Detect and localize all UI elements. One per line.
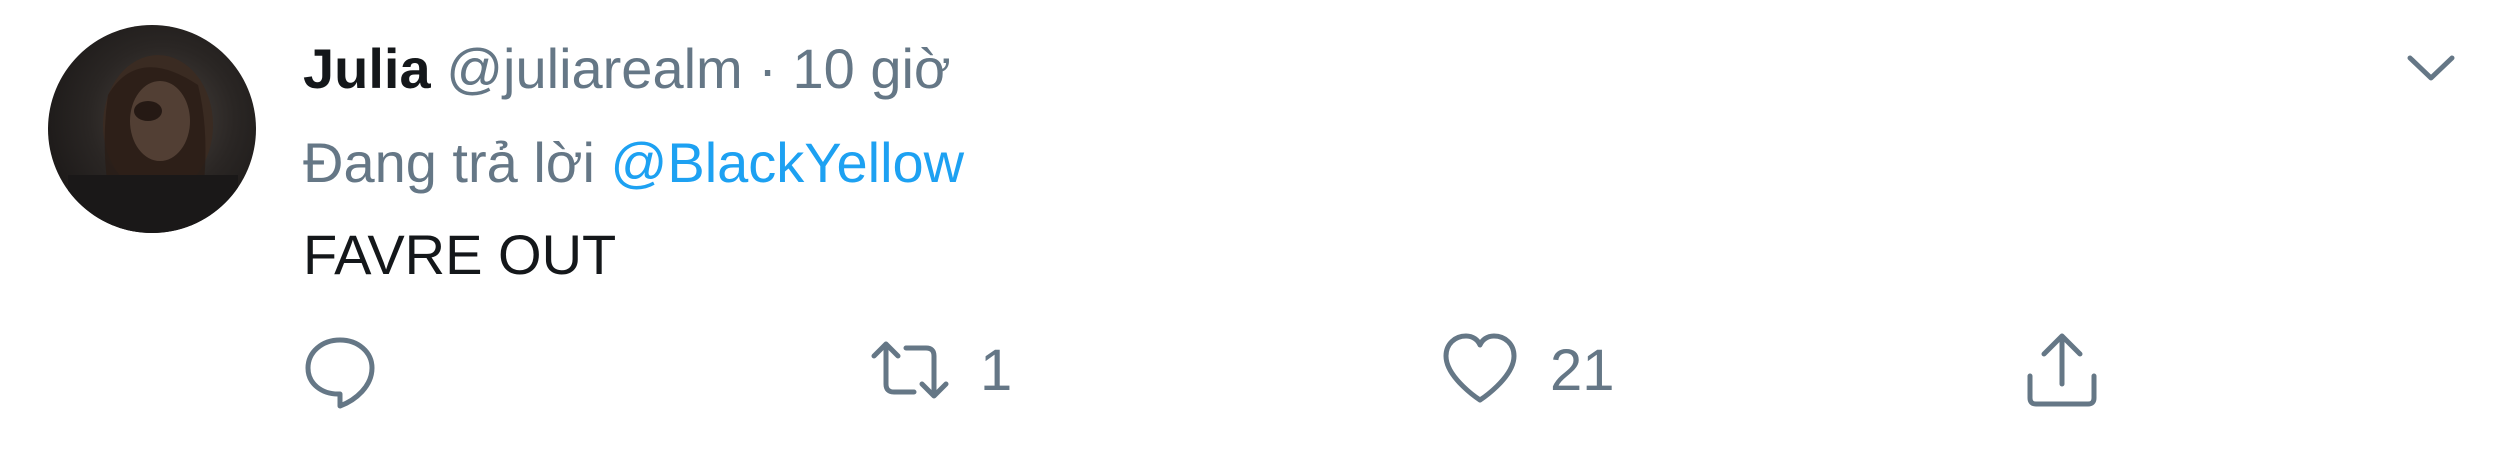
retweet-button[interactable]: 1 xyxy=(870,330,1012,410)
retweet-count: 1 xyxy=(980,337,1013,403)
replying-to: Đang trả lời @BlackYellow xyxy=(303,127,964,199)
chevron-down-icon xyxy=(2407,55,2455,81)
share-icon xyxy=(2027,333,2097,407)
replying-prefix: Đang trả lời xyxy=(303,131,595,194)
avatar[interactable] xyxy=(48,25,256,233)
author-name[interactable]: Julia xyxy=(303,37,431,100)
share-button[interactable] xyxy=(2022,330,2102,410)
reply-button[interactable] xyxy=(300,330,380,410)
reply-icon xyxy=(305,337,375,409)
tweet-text: FAVRE OUT xyxy=(303,223,617,286)
mention-link[interactable]: @BlackYellow xyxy=(611,131,965,194)
avatar-photo xyxy=(68,55,238,233)
retweet-icon xyxy=(871,341,949,399)
heart-icon xyxy=(1443,333,1517,403)
like-count: 21 xyxy=(1550,337,1615,403)
more-menu-button[interactable] xyxy=(2396,38,2466,98)
tweet-card[interactable]: Julia @juliarealm · 10 giờ Đang trả lời … xyxy=(0,0,2513,450)
separator: · xyxy=(758,37,777,100)
tweet-time[interactable]: 10 giờ xyxy=(792,37,950,100)
like-button[interactable]: 21 xyxy=(1440,330,1615,410)
tweet-header: Julia @juliarealm · 10 giờ xyxy=(303,33,951,105)
author-handle[interactable]: @juliarealm xyxy=(446,37,743,100)
